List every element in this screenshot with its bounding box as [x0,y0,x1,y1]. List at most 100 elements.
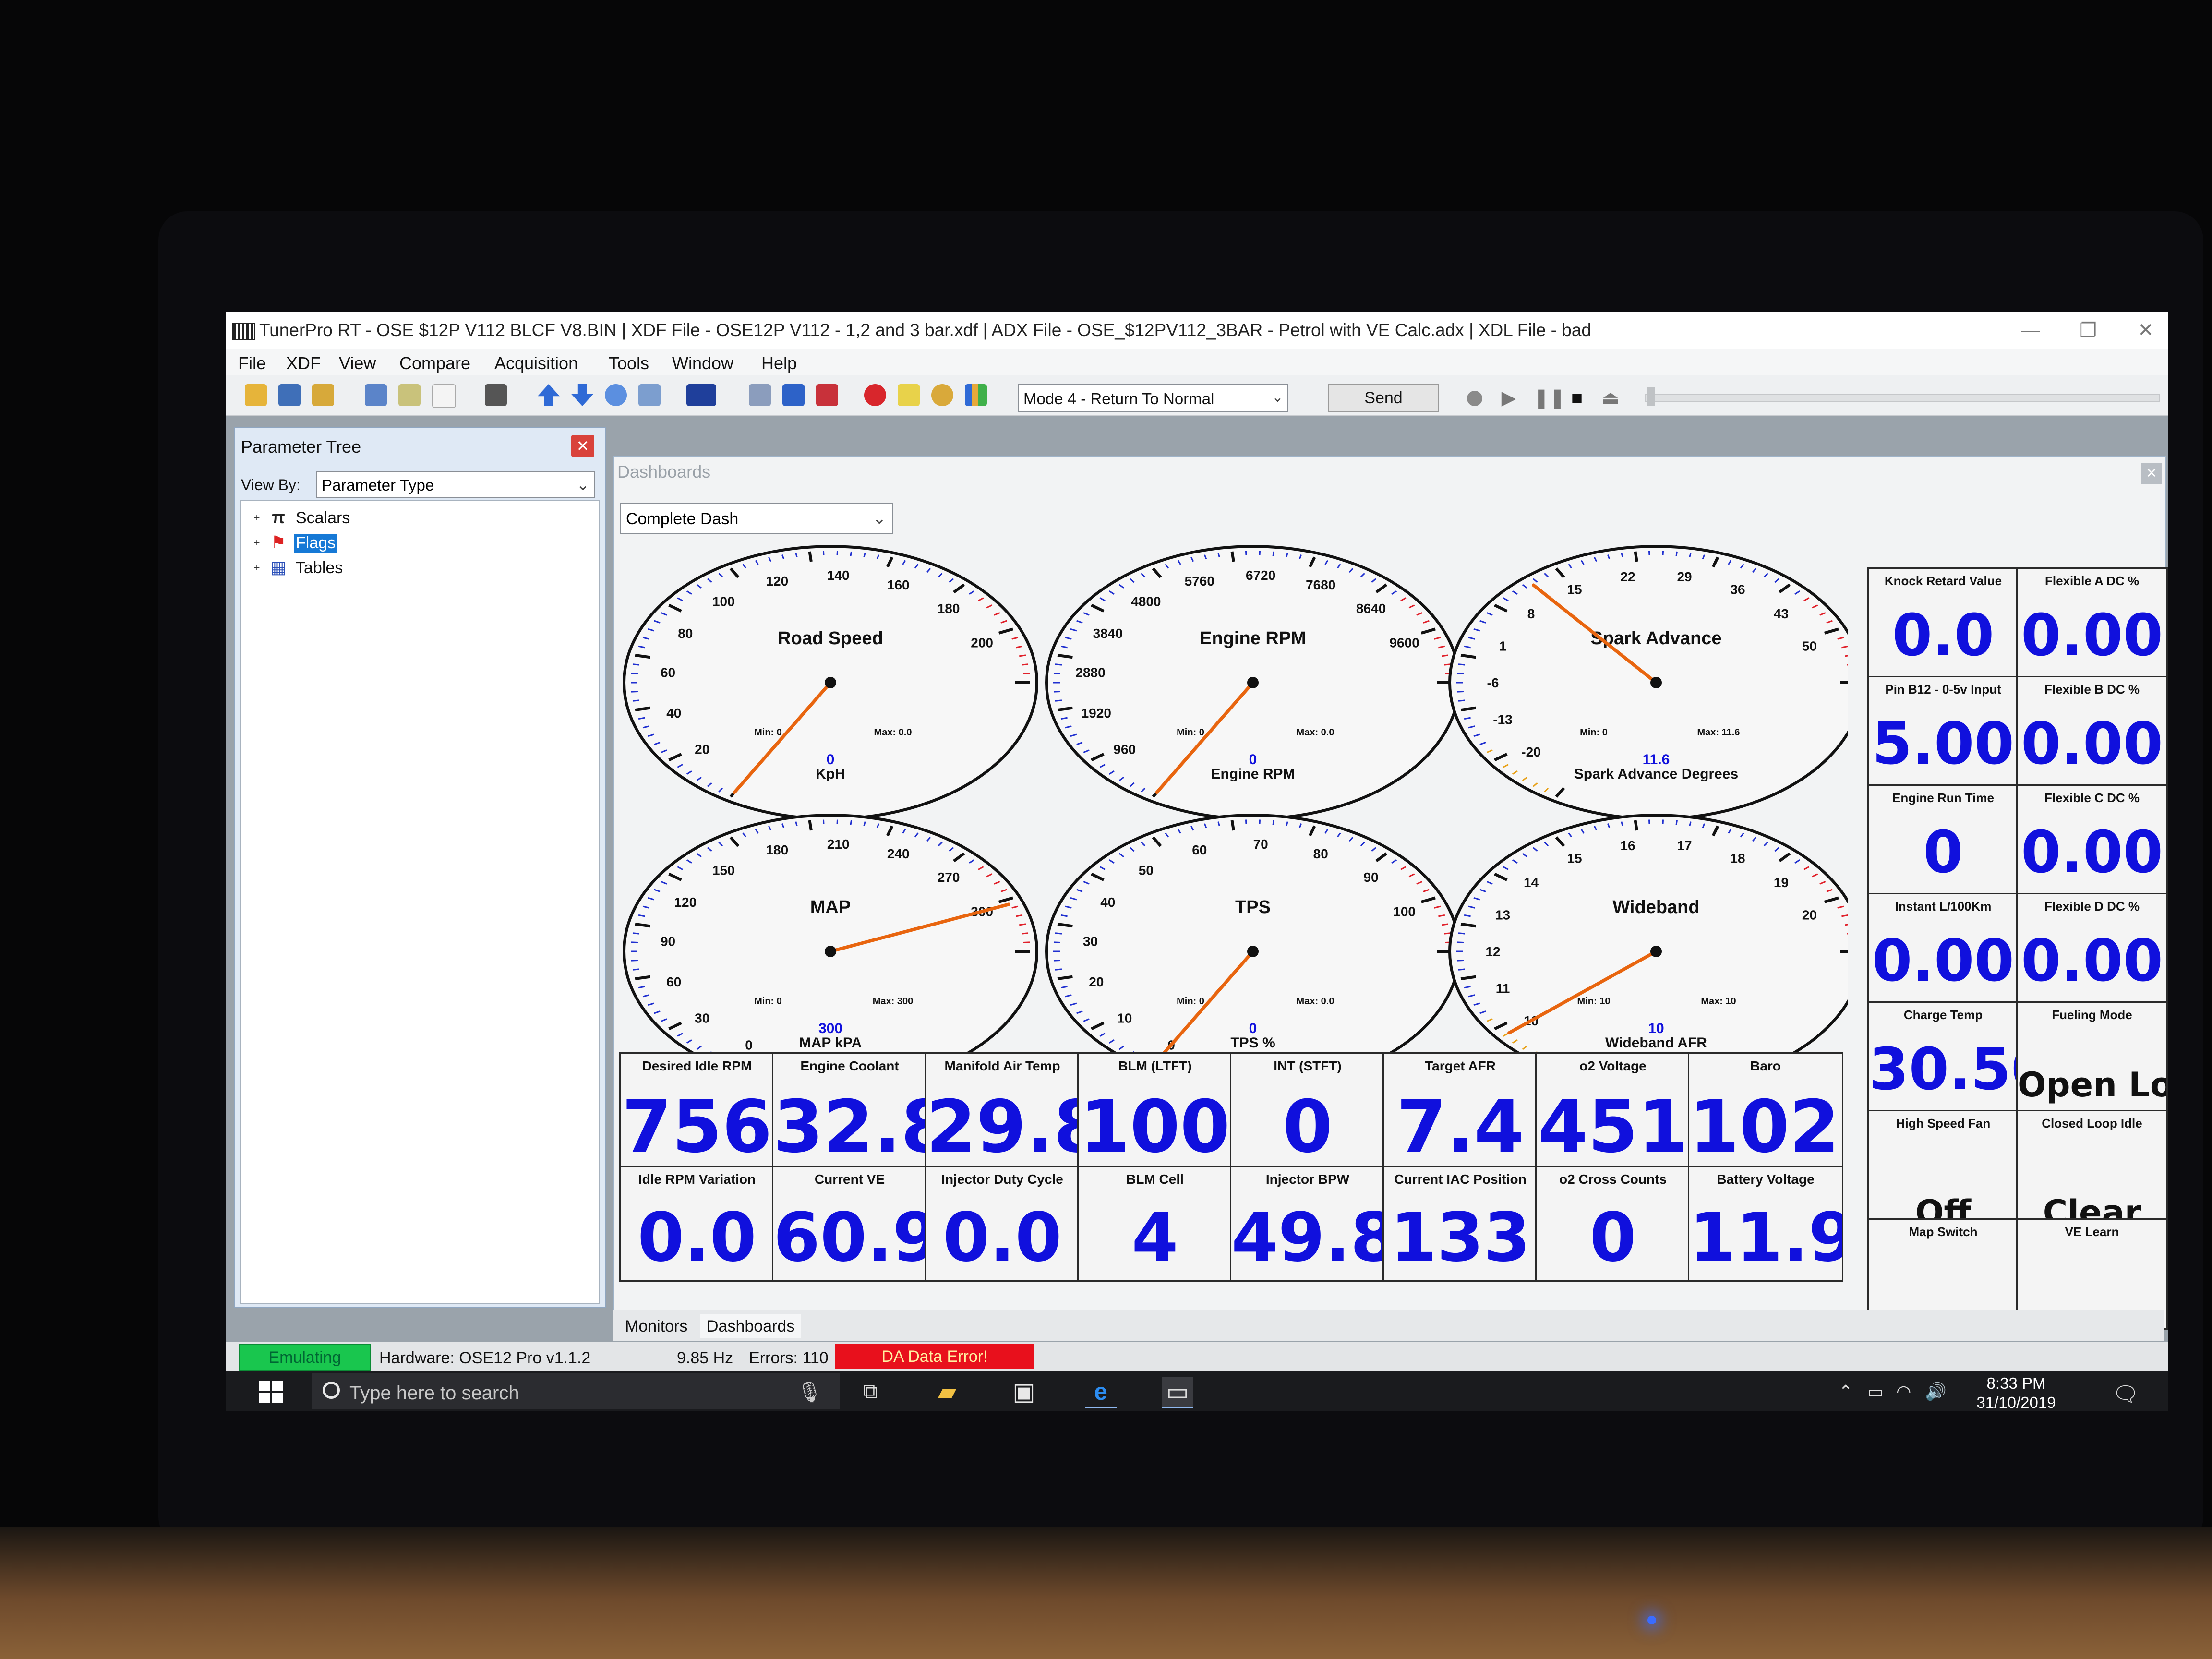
menu-help[interactable]: Help [761,353,797,373]
expand-icon[interactable]: + [251,562,263,574]
send-button[interactable]: Send [1328,384,1439,412]
close-dashboard-button[interactable]: ✕ [2141,463,2162,484]
gauge-tick [1055,932,1062,935]
gauge-tick [808,551,813,562]
arrow-up-icon[interactable] [538,384,560,406]
gauge-tick [632,663,640,666]
chevron-down-icon: ⌄ [576,476,589,493]
compare-icon[interactable] [365,384,387,406]
gauge-tick [1845,655,1848,657]
mode-dropdown[interactable]: Mode 4 - Return To Normal ⌄ [1018,384,1288,412]
menu-xdf[interactable]: XDF [286,353,321,373]
menu-tools[interactable]: Tools [609,353,649,373]
battery-icon[interactable]: ▭ [1867,1382,1884,1402]
notifications-icon[interactable]: 🗨 [2112,1382,2139,1407]
monitor-cell-label: Instant L/100Km [1895,899,1992,914]
emulate-icon[interactable] [931,384,953,406]
open-xdf-icon[interactable] [312,384,334,406]
swap-icon[interactable] [782,384,805,406]
search-document-icon[interactable] [638,384,661,406]
settings-icon[interactable] [749,384,771,406]
open-folder-icon[interactable] [245,384,267,406]
playback-slider-thumb[interactable] [1647,387,1655,406]
chart-icon[interactable] [965,384,987,406]
gauge-max-label: Max: 11.6 [1697,727,1740,738]
record-stop-icon[interactable] [1467,391,1482,406]
new-document-icon[interactable] [432,384,456,408]
dashboard-dropdown[interactable]: Complete Dash ⌄ [620,503,893,534]
notes-icon[interactable] [898,384,920,406]
gauge-tick-label: 180 [766,842,788,857]
windows-start-icon[interactable] [259,1381,283,1403]
gauge-tick [1634,551,1638,562]
menu-acquisition[interactable]: Acquisition [494,353,578,373]
monitor-cell-label: Flexible C DC % [2044,791,2140,805]
monitor-cell-charge-temp: Charge Temp 30.50 [1867,1001,2019,1113]
gauge-value: 0 [1249,752,1257,768]
monitor-cell-label: Map Switch [1909,1225,1978,1239]
restore-button[interactable]: ❐ [2069,317,2107,344]
download-icon[interactable] [605,384,627,406]
monitor-cell-value: Open Loop [2018,1065,2166,1105]
tab-monitors[interactable]: Monitors [618,1314,694,1338]
expand-icon[interactable]: + [251,537,263,549]
taskbar-search-box[interactable]: Type here to search 🎙 [312,1373,840,1409]
gauge-tick [1021,932,1029,935]
gauge-tick [1053,673,1061,674]
gauge-hub [1247,677,1259,688]
save-icon[interactable] [278,384,301,406]
monitor-cell-value: 60.9 [773,1199,927,1277]
hardware-status: Hardware: OSE12 Pro v1.1.2 [379,1349,591,1367]
pause-icon[interactable]: ❚❚ [1533,388,1565,408]
monitor-cell-blm-ltft: BLM (LTFT) 100 [1077,1052,1233,1168]
record-icon[interactable] [864,384,886,406]
arrow-down-icon[interactable] [571,384,593,406]
edge-browser-icon[interactable]: e [1085,1377,1117,1408]
monitor-cell-baro: Baro 102.2 [1688,1052,1843,1168]
gauge-tick [632,968,640,971]
menu-compare[interactable]: Compare [399,353,470,373]
tree-node-label: Tables [296,559,343,577]
play-icon[interactable]: ▶ [1500,388,1518,408]
gauge-tick [1019,654,1026,657]
menu-view[interactable]: View [339,353,376,373]
stop-icon[interactable]: ■ [1568,388,1586,408]
monitor-cell-current-ve: Current VE 60.9 [772,1166,927,1282]
probe-icon[interactable] [485,384,507,406]
eject-icon[interactable]: ⏏ [1601,388,1620,408]
tunerpro-taskbar-icon[interactable]: ▭ [1162,1377,1193,1408]
view-by-dropdown[interactable]: Parameter Type ⌄ [316,471,595,498]
gauge-tick-label: 20 [1802,907,1817,922]
menu-file[interactable]: File [238,353,266,373]
monitor-cell-value: 451 [1538,1085,1688,1168]
gauge-tick [1443,663,1451,666]
close-panel-button[interactable]: ✕ [571,435,594,457]
monitor-cell-battery-voltage: Battery Voltage 11.9 [1688,1166,1843,1282]
window-title: TunerPro RT - OSE $12P V112 BLCF V8.BIN … [259,320,1591,340]
wifi-icon[interactable]: ◠ [1896,1382,1911,1402]
gauge-value: 0 [827,752,835,768]
chip-icon[interactable] [686,384,716,406]
gauge-tick-label: 90 [1363,870,1378,885]
file-explorer-icon[interactable]: ▰ [931,1377,963,1407]
gauge-tick-label: 3840 [1093,626,1123,641]
minimize-button[interactable]: — [2011,317,2050,344]
task-view-icon[interactable]: ⧉ [854,1377,886,1407]
tab-dashboards[interactable]: Dashboards [700,1314,802,1338]
tree-node-label: Scalars [296,509,350,527]
gauge-tick [808,820,813,831]
taskbar-clock[interactable]: 8:33 PM 31/10/2019 [1968,1374,2064,1411]
volume-icon[interactable]: 🔊 [1925,1382,1947,1402]
playback-slider[interactable] [1645,394,2160,402]
menu-window[interactable]: Window [672,353,733,373]
table-icon[interactable] [816,384,838,406]
expand-icon[interactable]: + [251,512,263,524]
close-window-button[interactable]: ✕ [2127,317,2165,344]
monitor-cell-label: Closed Loop Idle [2042,1116,2142,1130]
show-hidden-icons-icon[interactable]: ⌃ [1839,1382,1853,1402]
microphone-icon[interactable]: 🎙 [797,1381,822,1404]
store-icon[interactable]: ▣ [1008,1377,1040,1407]
gauge-tick-label: 15 [1567,851,1582,866]
edit-icon[interactable] [398,384,421,406]
search-placeholder: Type here to search [349,1382,519,1404]
